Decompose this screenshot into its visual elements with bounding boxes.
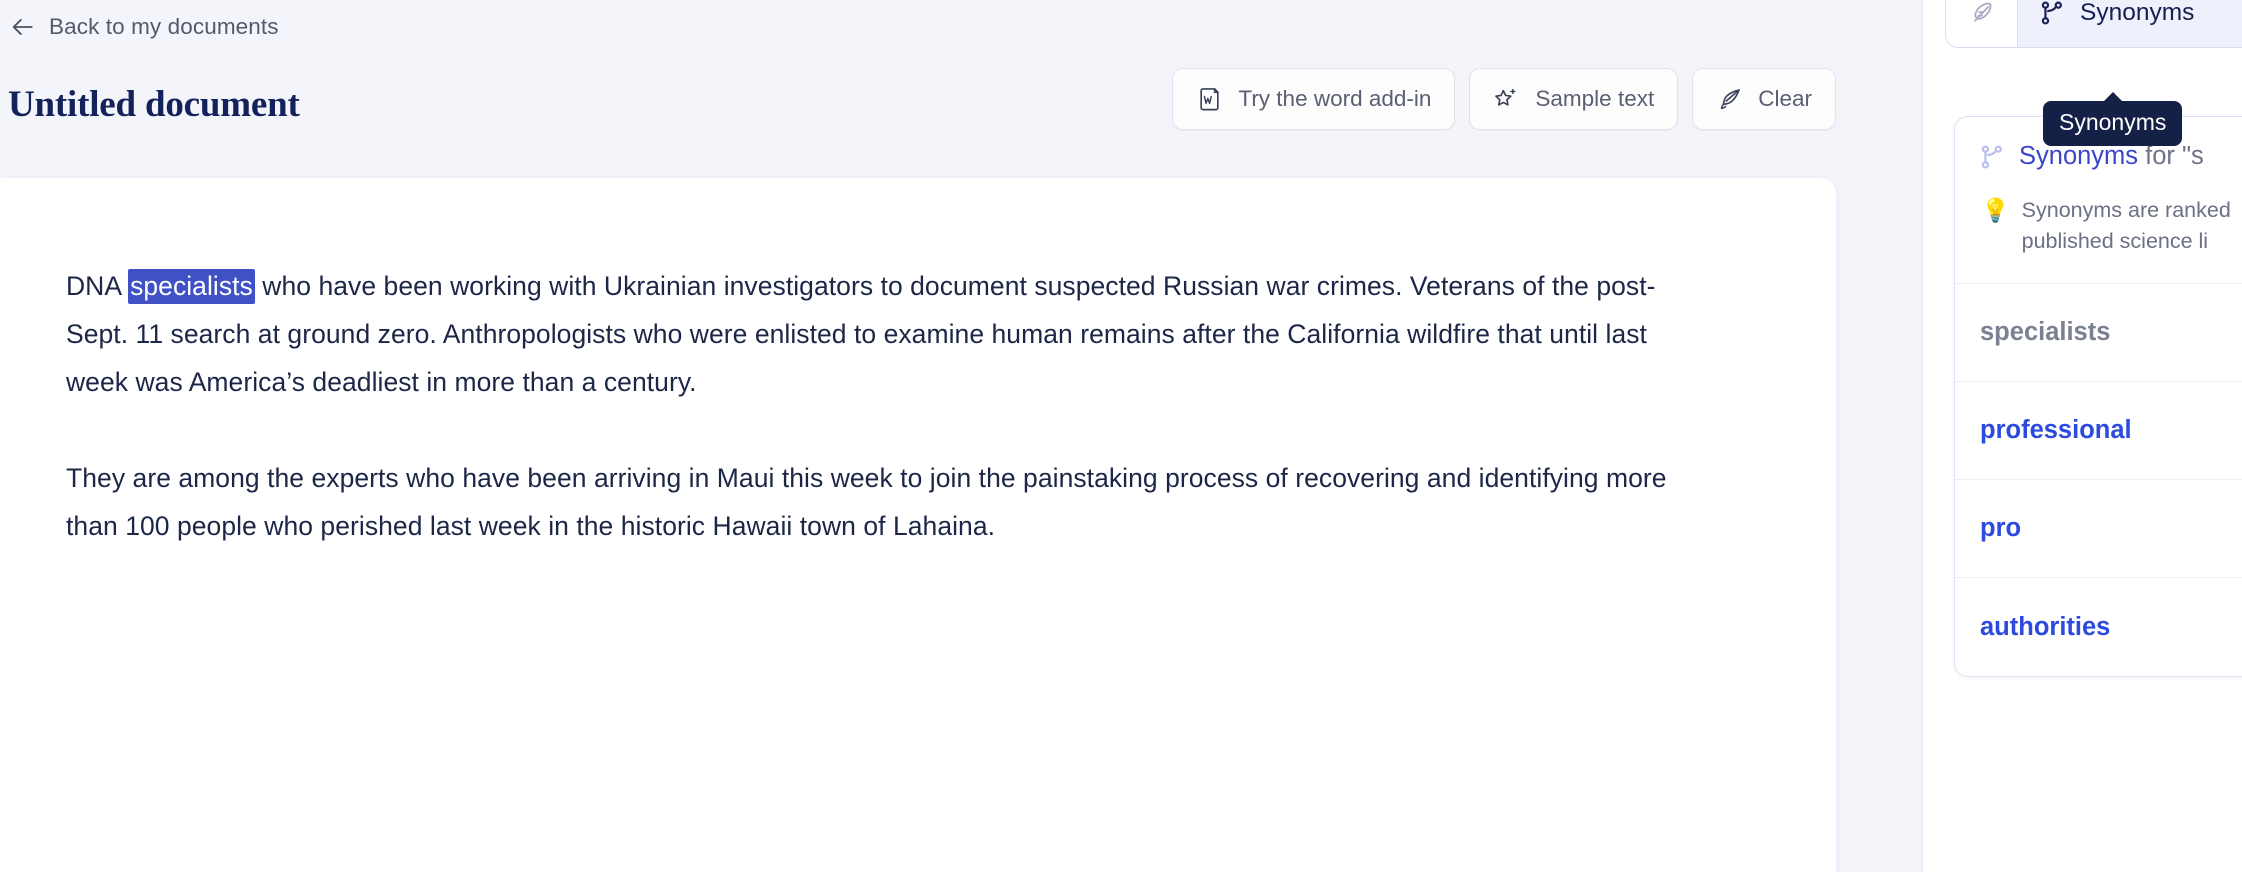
selected-word-highlight[interactable]: specialists: [128, 269, 255, 304]
list-item: specialists: [1955, 284, 2242, 382]
document-paragraph-1: DNA specialists who have been working wi…: [66, 262, 1681, 406]
synonyms-heading-keyword: Synonyms: [2019, 142, 2139, 170]
side-panel-tab-strip: Synonyms: [1945, 0, 2242, 48]
document-paragraph-2: They are among the experts who have been…: [66, 463, 1667, 541]
document-title[interactable]: Untitled document: [8, 83, 300, 126]
back-to-documents-label: Back to my documents: [49, 14, 279, 39]
paragraph-1-after: who have been working with Ukrainian inv…: [66, 271, 1656, 397]
synonyms-ranking-note: 💡 Synonyms are ranked published science …: [1955, 173, 2242, 283]
synonyms-side-panel: Synonyms Synonyms Synonyms for "s 💡 Syno…: [1922, 0, 2242, 872]
tab-synonyms[interactable]: Synonyms: [2018, 0, 2211, 47]
synonyms-heading-rest: for "s: [2138, 142, 2204, 170]
try-word-addin-button[interactable]: Try the word add-in: [1172, 68, 1456, 130]
document-card: DNA specialists who have been working wi…: [0, 178, 1836, 872]
clear-button[interactable]: Clear: [1692, 68, 1836, 130]
document-text-area[interactable]: DNA specialists who have been working wi…: [0, 178, 1836, 550]
feather-quill-icon: [1973, 2, 1992, 22]
synonyms-tooltip: Synonyms: [2043, 92, 2183, 146]
list-item[interactable]: pro: [1955, 480, 2242, 578]
list-item[interactable]: authorities: [1955, 578, 2242, 676]
brush-icon: [1721, 88, 1740, 109]
sample-text-button[interactable]: Sample text: [1469, 68, 1679, 130]
branch-icon: [1981, 145, 2002, 169]
paragraph-1-before: DNA: [66, 271, 129, 301]
list-item[interactable]: professional: [1955, 382, 2242, 480]
editor-toolbar: Try the word add-in Sample text Clear: [1172, 68, 1836, 130]
sample-text-label: Sample text: [1535, 86, 1655, 111]
tab-assistant[interactable]: [1946, 0, 2018, 47]
arrow-left-icon: [12, 19, 33, 35]
try-word-addin-label: Try the word add-in: [1238, 86, 1432, 111]
branch-icon: [2041, 1, 2062, 25]
word-document-icon: [1200, 87, 1220, 110]
synonyms-card: Synonyms for "s 💡 Synonyms are ranked pu…: [1954, 116, 2242, 677]
back-to-documents-link[interactable]: Back to my documents: [10, 11, 279, 43]
sparkle-star-icon: [1495, 88, 1516, 106]
tab-synonyms-label: Synonyms: [2080, 0, 2195, 26]
app-root: Back to my documents Untitled document T…: [0, 0, 2242, 872]
clear-label: Clear: [1758, 86, 1812, 111]
synonyms-list: specialists professional pro authorities: [1955, 283, 2242, 676]
editor-pane: Back to my documents Untitled document T…: [0, 0, 1922, 872]
synonyms-ranking-note-text: Synonyms are ranked published science li: [2021, 198, 2231, 253]
lightbulb-icon: 💡: [1981, 197, 2010, 223]
